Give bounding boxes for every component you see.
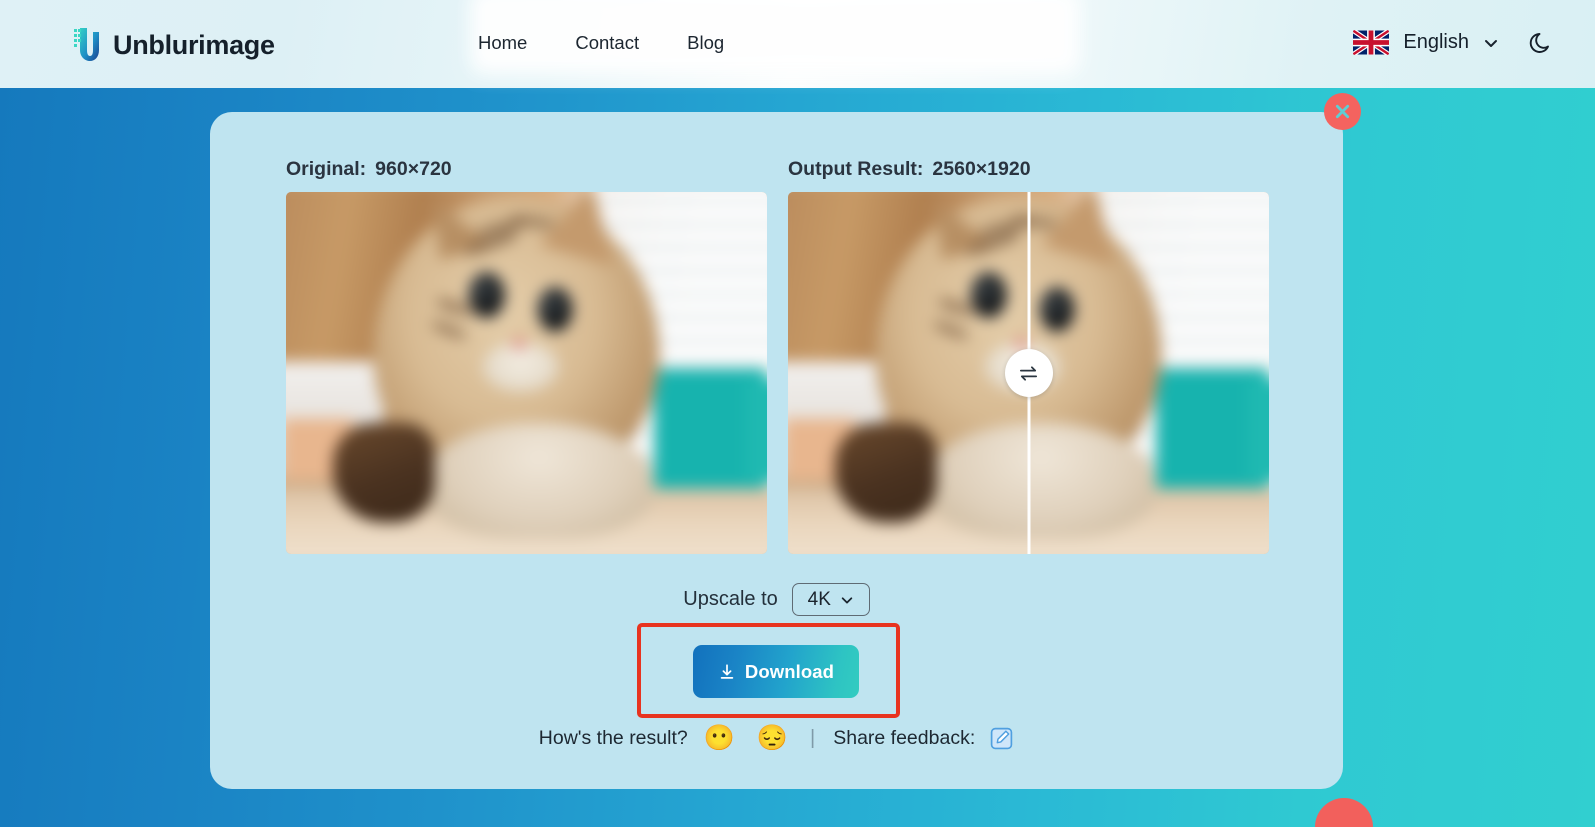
edit-square-icon[interactable] bbox=[989, 726, 1014, 751]
download-icon bbox=[718, 663, 736, 681]
language-label: English bbox=[1403, 31, 1469, 53]
chevron-down-icon bbox=[840, 593, 854, 607]
nav-contact[interactable]: Contact bbox=[575, 32, 639, 54]
upscale-label: Upscale to bbox=[683, 588, 778, 610]
feedback-row: How's the result? 😶 😔 | Share feedback: bbox=[210, 726, 1343, 751]
original-dimensions: 960×720 bbox=[375, 158, 452, 180]
upscale-selected-value: 4K bbox=[807, 588, 831, 610]
output-label-text: Output Result: bbox=[788, 158, 924, 180]
original-image-pane[interactable] bbox=[286, 192, 767, 554]
image-labels: Original: 960×720 Output Result: 2560×1920 bbox=[210, 158, 1343, 188]
feedback-separator: | bbox=[810, 727, 816, 749]
nav-home[interactable]: Home bbox=[478, 32, 527, 54]
main-nav: Home Contact Blog bbox=[478, 32, 724, 54]
feedback-positive-emoji[interactable]: 😶 bbox=[704, 726, 735, 751]
download-label: Download bbox=[744, 660, 835, 682]
upscale-select[interactable]: 4K bbox=[791, 583, 870, 616]
chevron-down-icon[interactable] bbox=[1483, 35, 1499, 51]
share-feedback-label: Share feedback: bbox=[833, 727, 976, 749]
swap-arrows-icon bbox=[1017, 362, 1040, 385]
decorative-circle bbox=[1315, 798, 1373, 827]
feedback-question: How's the result? bbox=[538, 727, 688, 749]
original-label: Original: 960×720 bbox=[286, 158, 452, 181]
moon-icon[interactable] bbox=[1529, 30, 1555, 56]
close-icon bbox=[1334, 103, 1351, 120]
site-header: Unblurimage Home Contact Blog English bbox=[0, 0, 1595, 88]
original-image bbox=[286, 192, 767, 554]
original-label-text: Original: bbox=[286, 158, 367, 180]
brand-name: Unblurimage bbox=[113, 29, 275, 60]
brand-logo[interactable]: Unblurimage bbox=[72, 24, 275, 66]
nav-blog[interactable]: Blog bbox=[687, 32, 724, 54]
output-label: Output Result: 2560×1920 bbox=[788, 158, 1031, 181]
uk-flag-icon bbox=[1353, 30, 1390, 55]
output-image-pane[interactable] bbox=[788, 192, 1269, 554]
compare-slider-handle[interactable] bbox=[1004, 349, 1053, 397]
download-button[interactable]: Download bbox=[693, 645, 859, 698]
upscale-row: Upscale to 4K bbox=[210, 583, 1343, 616]
output-dimensions: 2560×1920 bbox=[932, 158, 1031, 180]
feedback-negative-emoji[interactable]: 😔 bbox=[757, 726, 788, 751]
language-selector[interactable]: English bbox=[1353, 30, 1499, 55]
u-logo-icon bbox=[72, 24, 102, 66]
close-button[interactable] bbox=[1324, 93, 1361, 130]
